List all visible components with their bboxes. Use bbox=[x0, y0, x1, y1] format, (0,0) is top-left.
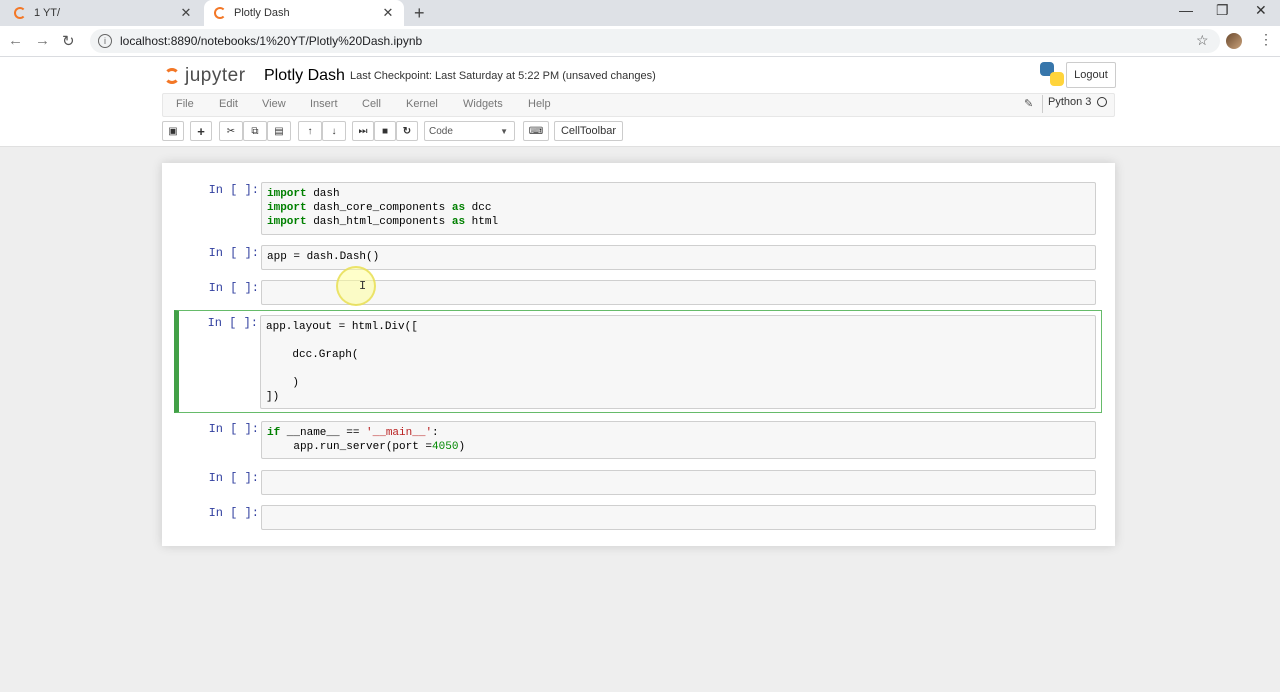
jupyter-logo-text: jupyter bbox=[185, 65, 246, 86]
chevron-down-icon: ▼ bbox=[500, 126, 508, 136]
close-window-icon[interactable]: ✕ bbox=[1255, 2, 1267, 19]
paste-icon: ▤ bbox=[274, 125, 284, 137]
paste-button[interactable]: ▤ bbox=[267, 121, 291, 141]
browser-tab[interactable]: 1 YT/ ✕ bbox=[0, 0, 202, 26]
copy-button[interactable]: ⧉ bbox=[243, 121, 267, 141]
cell-type-select[interactable]: Code ▼ bbox=[424, 121, 515, 141]
input-prompt: In [ ]: bbox=[208, 471, 259, 485]
code-editor[interactable] bbox=[261, 470, 1096, 495]
site-info-icon[interactable]: i bbox=[98, 34, 112, 48]
kernel-name: Python 3 bbox=[1048, 96, 1092, 108]
move-up-button[interactable]: ↑ bbox=[298, 121, 322, 141]
code-cell[interactable]: In [ ]: bbox=[174, 275, 1102, 307]
menu-edit[interactable]: Edit bbox=[219, 98, 238, 110]
checkpoint-label: Last Checkpoint: bbox=[350, 70, 432, 82]
jupyter-header: jupyter Plotly Dash Last Checkpoint: Las… bbox=[0, 57, 1280, 147]
edit-mode-pencil-icon: ✎ bbox=[1024, 98, 1034, 110]
menu-view[interactable]: View bbox=[262, 98, 286, 110]
url-field[interactable]: i localhost:8890/notebooks/1%20YT/Plotly… bbox=[90, 29, 1220, 53]
cell-type-value: Code bbox=[429, 125, 453, 137]
code-cell[interactable]: In [ ]: app = dash.Dash() bbox=[174, 240, 1102, 272]
forward-icon[interactable]: → bbox=[35, 32, 50, 49]
step-forward-icon: ⏭ bbox=[358, 125, 368, 137]
save-button[interactable]: ▣ bbox=[162, 121, 184, 141]
code-cell-selected[interactable]: In [ ]: app.layout = html.Div([ dcc.Grap… bbox=[174, 310, 1102, 413]
cut-button[interactable]: ✂ bbox=[219, 121, 243, 141]
arrow-down-icon: ↓ bbox=[331, 125, 337, 137]
tab-label: Plotly Dash bbox=[234, 7, 290, 19]
menu-cell[interactable]: Cell bbox=[362, 98, 381, 110]
jupyter-logo[interactable]: jupyter bbox=[163, 65, 246, 87]
profile-avatar[interactable] bbox=[1226, 33, 1242, 49]
code-cell[interactable]: In [ ]: if __name__ == '__main__': app.r… bbox=[174, 416, 1102, 461]
code-editor[interactable] bbox=[261, 280, 1096, 305]
move-down-button[interactable]: ↓ bbox=[322, 121, 346, 141]
python-logo-icon bbox=[1040, 62, 1064, 86]
jupyter-logo-icon bbox=[163, 67, 181, 85]
kernel-idle-icon bbox=[1097, 97, 1108, 107]
code-editor[interactable]: if __name__ == '__main__': app.run_serve… bbox=[261, 421, 1096, 459]
scissors-icon: ✂ bbox=[226, 125, 236, 137]
restore-icon[interactable]: ❐ bbox=[1216, 2, 1229, 19]
menu-insert[interactable]: Insert bbox=[310, 98, 338, 110]
cursor-highlight bbox=[336, 266, 376, 306]
keyboard-icon: ⌨ bbox=[528, 125, 544, 137]
insert-cell-button[interactable]: + bbox=[190, 121, 212, 141]
save-icon: ▣ bbox=[168, 125, 178, 137]
menu-help[interactable]: Help bbox=[528, 98, 551, 110]
unsaved-status: (unsaved changes) bbox=[562, 70, 656, 82]
code-editor[interactable]: app = dash.Dash() bbox=[261, 245, 1096, 270]
checkpoint-status: Last Checkpoint: Last Saturday at 5:22 P… bbox=[350, 70, 656, 82]
code-editor[interactable]: import dash import dash_core_components … bbox=[261, 182, 1096, 235]
text-cursor-icon: I bbox=[359, 279, 367, 293]
kernel-indicator: Python 3 bbox=[1048, 96, 1108, 108]
checkpoint-value: Last Saturday at 5:22 PM bbox=[435, 70, 560, 82]
notebook-name[interactable]: Plotly Dash bbox=[264, 67, 345, 85]
input-prompt: In [ ]: bbox=[208, 281, 259, 295]
menu-bar: File Edit View Insert Cell Kernel Widget… bbox=[162, 93, 1115, 117]
plus-icon: + bbox=[197, 123, 205, 139]
input-prompt: In [ ]: bbox=[208, 422, 259, 436]
new-tab-icon[interactable]: + bbox=[414, 3, 425, 24]
tab-label: 1 YT/ bbox=[34, 7, 61, 19]
arrow-up-icon: ↑ bbox=[307, 125, 313, 137]
interrupt-button[interactable]: ■ bbox=[374, 121, 396, 141]
back-icon[interactable]: ← bbox=[8, 32, 23, 49]
restart-icon: ↻ bbox=[402, 125, 412, 137]
input-prompt: In [ ]: bbox=[207, 316, 258, 330]
menu-widgets[interactable]: Widgets bbox=[463, 98, 503, 110]
input-prompt: In [ ]: bbox=[208, 506, 259, 520]
logout-button[interactable]: Logout bbox=[1066, 62, 1116, 88]
close-tab-icon[interactable]: ✕ bbox=[178, 5, 194, 21]
jupyter-favicon-icon bbox=[14, 7, 26, 19]
code-cell[interactable]: In [ ]: bbox=[174, 500, 1102, 532]
minimize-icon[interactable]: — bbox=[1179, 2, 1193, 18]
reload-icon[interactable]: ↻ bbox=[62, 32, 75, 50]
run-button[interactable]: ⏭ bbox=[352, 121, 374, 141]
code-cell[interactable]: In [ ]: import dash import dash_core_com… bbox=[174, 177, 1102, 237]
input-prompt: In [ ]: bbox=[208, 246, 259, 260]
celltoolbar-button[interactable]: CellToolbar bbox=[554, 121, 623, 141]
close-tab-icon[interactable]: ✕ bbox=[380, 5, 396, 21]
input-prompt: In [ ]: bbox=[208, 183, 259, 197]
browser-menu-icon[interactable]: ⋮ bbox=[1259, 31, 1273, 48]
code-editor[interactable] bbox=[261, 505, 1096, 530]
notebook-container: In [ ]: import dash import dash_core_com… bbox=[162, 163, 1115, 546]
address-bar-row: ← → ↻ i localhost:8890/notebooks/1%20YT/… bbox=[0, 26, 1280, 57]
menu-file[interactable]: File bbox=[176, 98, 194, 110]
browser-tab-active[interactable]: Plotly Dash ✕ bbox=[204, 0, 404, 26]
copy-icon: ⧉ bbox=[251, 125, 259, 137]
code-cell[interactable]: In [ ]: bbox=[174, 465, 1102, 497]
menu-kernel[interactable]: Kernel bbox=[406, 98, 438, 110]
bookmark-star-icon[interactable]: ☆ bbox=[1196, 32, 1209, 49]
kernel-divider bbox=[1042, 95, 1043, 113]
command-palette-button[interactable]: ⌨ bbox=[523, 121, 549, 141]
jupyter-favicon-icon bbox=[214, 7, 226, 19]
code-editor[interactable]: app.layout = html.Div([ dcc.Graph( ) ]) bbox=[260, 315, 1096, 409]
browser-tab-bar: 1 YT/ ✕ Plotly Dash ✕ + — ❐ ✕ bbox=[0, 0, 1280, 26]
restart-button[interactable]: ↻ bbox=[396, 121, 418, 141]
url-text: localhost:8890/notebooks/1%20YT/Plotly%2… bbox=[120, 34, 423, 48]
stop-icon: ■ bbox=[381, 125, 389, 137]
